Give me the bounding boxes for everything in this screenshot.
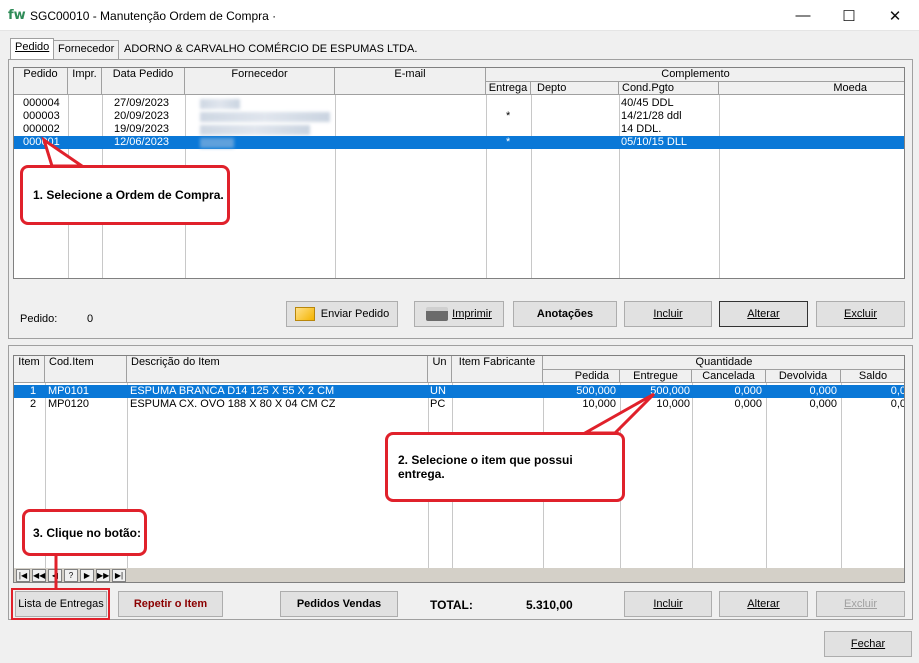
callout-1-pointer [41, 136, 87, 168]
callout-step-1: 1. Selecione a Ordem de Compra. [20, 165, 230, 225]
callout-2-pointer [579, 392, 656, 435]
highlight-lista-entregas [11, 588, 110, 620]
callout-step-3: 3. Clique no botão: [22, 509, 147, 556]
annotation-arrows [41, 136, 656, 590]
callout-step-2: 2. Selecione o item que possui entrega. [385, 432, 625, 502]
